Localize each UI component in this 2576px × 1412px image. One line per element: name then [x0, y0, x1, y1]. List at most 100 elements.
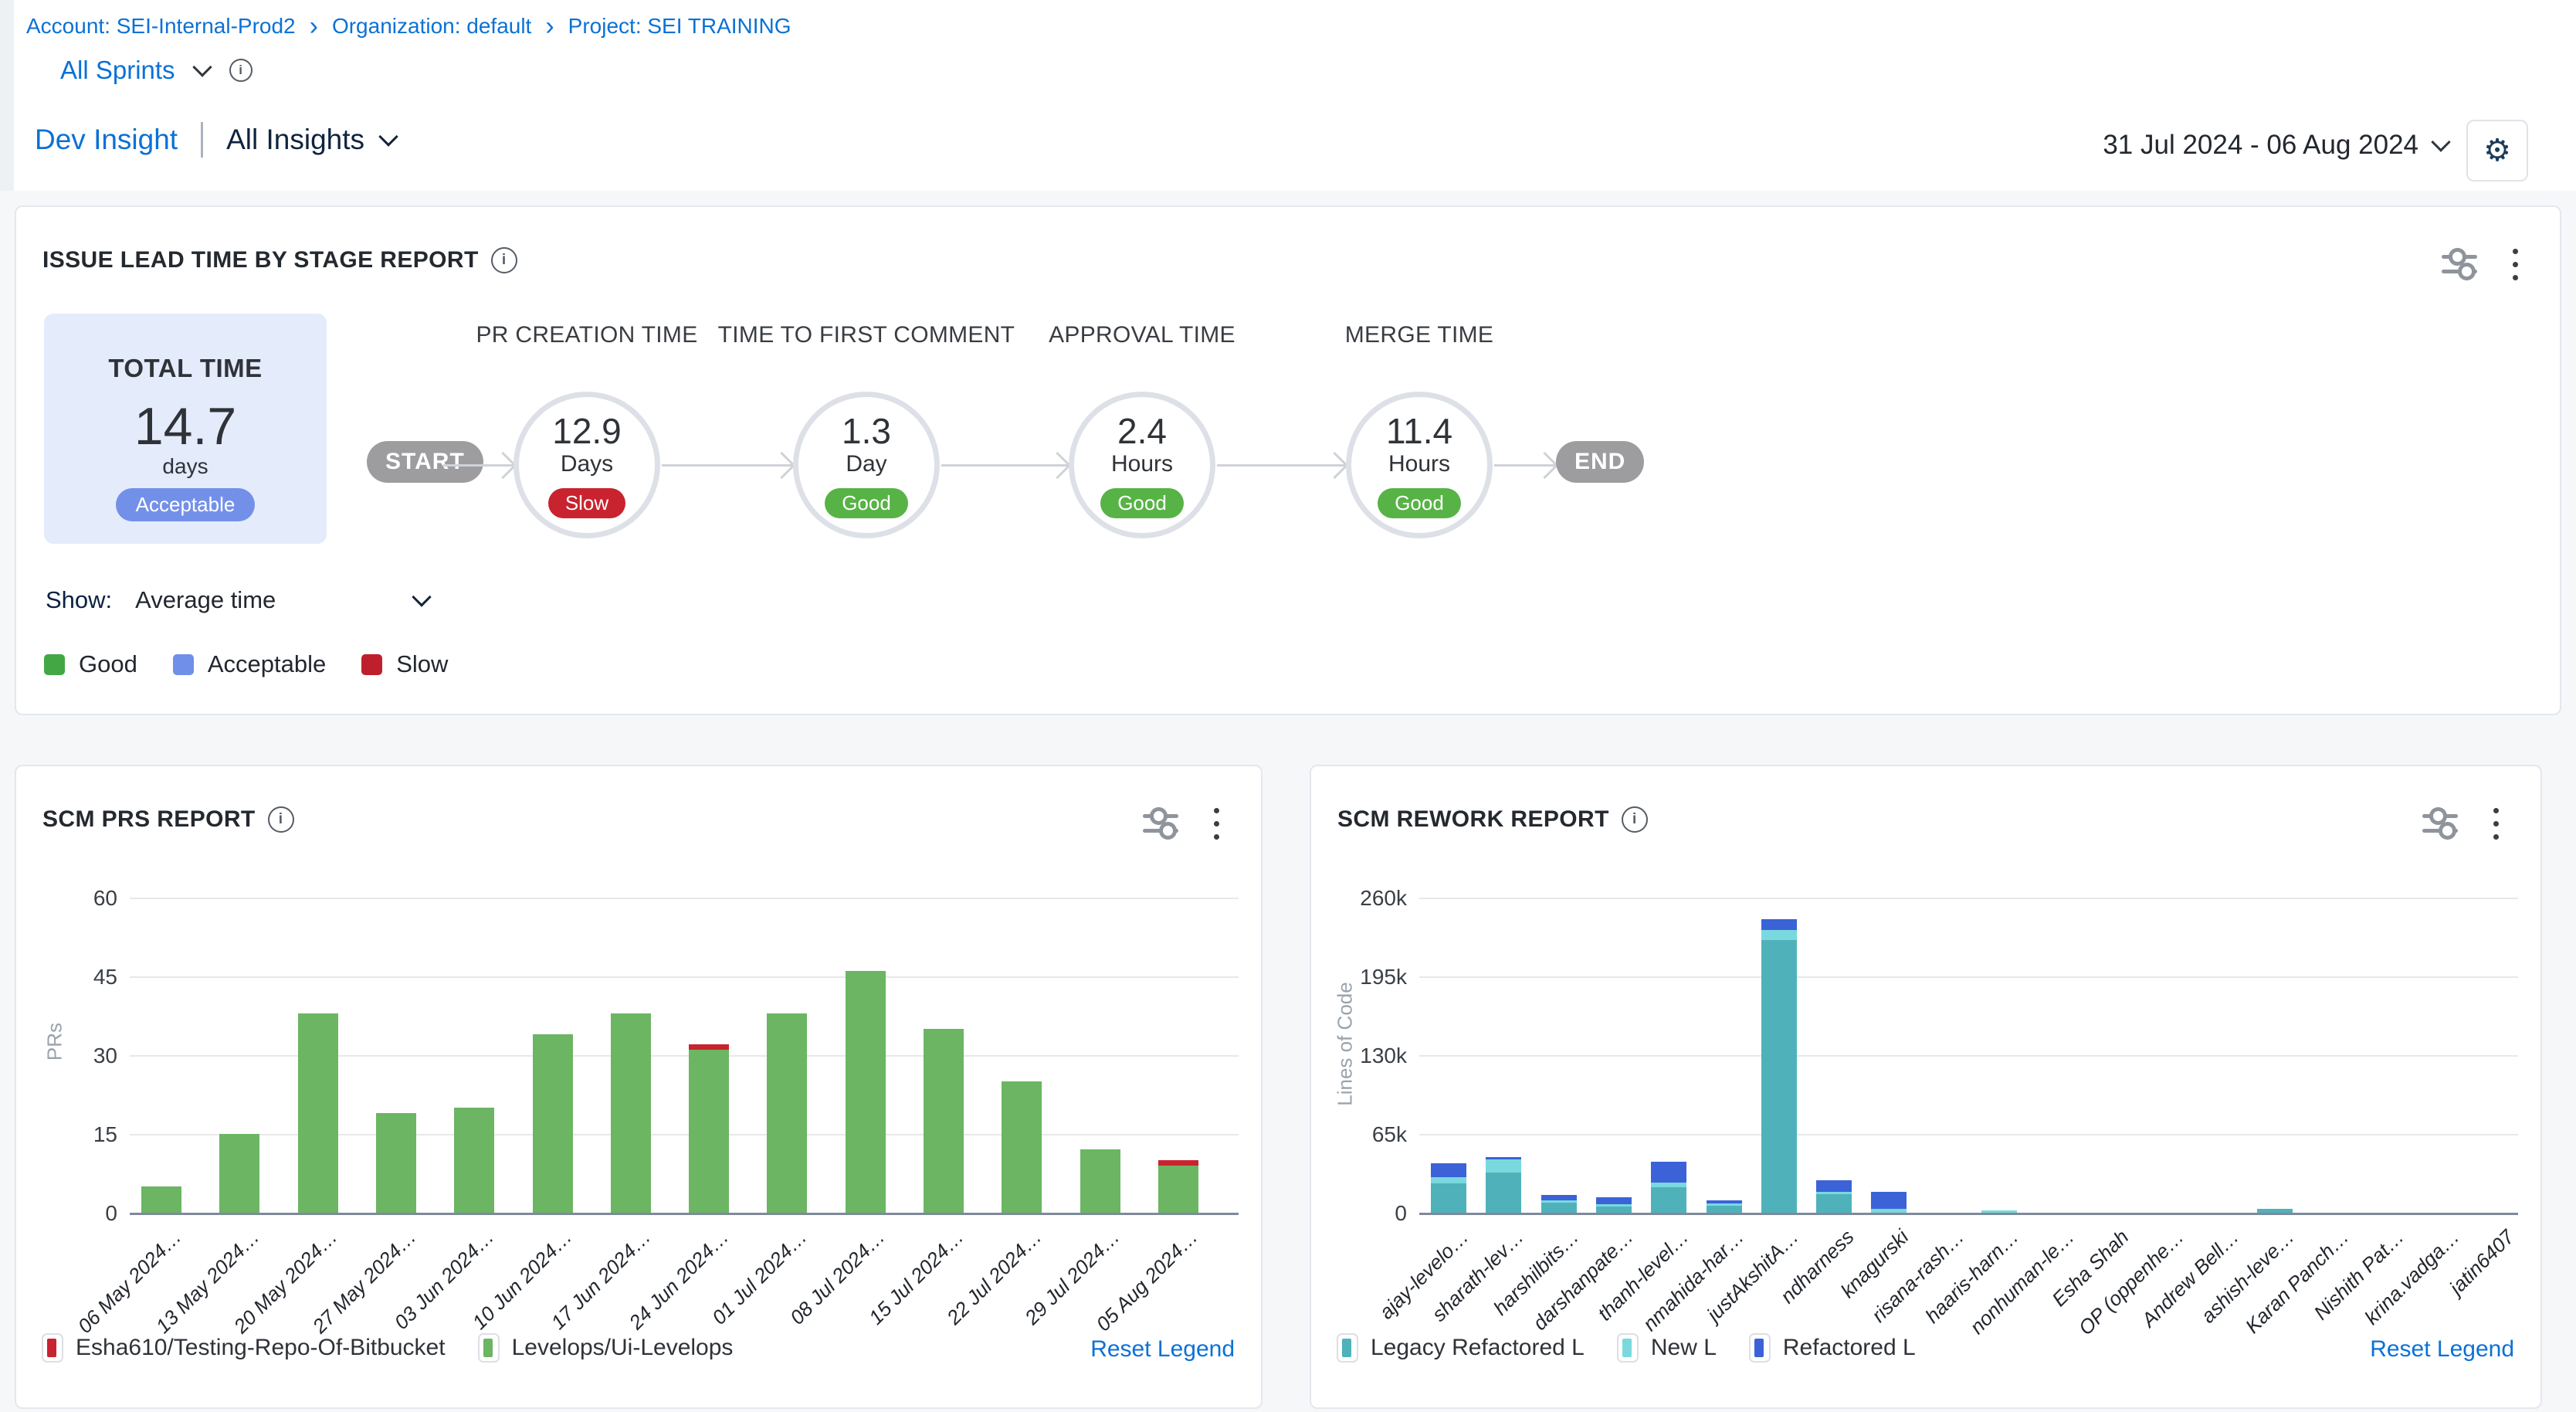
breadcrumb-project[interactable]: Project: SEI TRAINING — [568, 14, 791, 39]
bar-segment[interactable] — [1871, 1209, 1907, 1213]
bar-segment[interactable] — [2257, 1209, 2293, 1213]
legend-item-new[interactable]: New L — [1617, 1333, 1717, 1363]
sliders-icon[interactable] — [2442, 251, 2477, 279]
panel-title-text: ISSUE LEAD TIME BY STAGE REPORT — [42, 247, 479, 273]
bar-segment[interactable] — [1871, 1192, 1907, 1209]
legend-swatch — [478, 1333, 500, 1363]
bar-segment[interactable] — [924, 1029, 964, 1213]
bar-segment[interactable] — [1541, 1203, 1577, 1213]
legend-swatch — [1337, 1333, 1358, 1363]
kebab-menu-icon[interactable] — [2510, 246, 2521, 283]
insight-settings-button[interactable]: ⚙︎ — [2466, 120, 2528, 182]
bar-segment[interactable] — [1486, 1159, 1521, 1173]
legend-item-good[interactable]: Good — [44, 650, 137, 678]
bar-segment[interactable] — [846, 971, 886, 1213]
bar-segment[interactable] — [1981, 1210, 2017, 1213]
stage-node-merge[interactable]: 11.4 Hours Good — [1346, 392, 1493, 538]
bar-segment[interactable] — [1761, 930, 1797, 940]
insight-name-link[interactable]: Dev Insight — [35, 124, 178, 156]
bar-segment[interactable] — [1596, 1197, 1632, 1204]
bar-segment[interactable] — [1816, 1192, 1852, 1194]
legend-label: Levelops/Ui-Levelops — [512, 1335, 734, 1361]
left-edge-strip — [0, 0, 14, 191]
bar-segment[interactable] — [689, 1050, 729, 1213]
stage-node-first-comment[interactable]: 1.3 Day Good — [793, 392, 940, 538]
sprint-selector[interactable]: All Sprints i — [60, 56, 253, 85]
bar-segment[interactable] — [1816, 1180, 1852, 1193]
info-icon[interactable]: i — [491, 247, 517, 273]
bar-segment[interactable] — [1486, 1173, 1521, 1213]
flow-arrow — [1494, 464, 1556, 467]
bar-segment[interactable] — [219, 1134, 259, 1213]
bar-segment[interactable] — [1707, 1200, 1742, 1203]
bar-segment[interactable] — [1816, 1194, 1852, 1213]
breadcrumb-organization[interactable]: Organization: default — [332, 14, 531, 39]
date-range-picker[interactable]: 31 Jul 2024 - 06 Aug 2024 — [2103, 130, 2448, 161]
stage-node-pr-creation[interactable]: 12.9 Days Slow — [514, 392, 660, 538]
legend-label: Acceptable — [208, 650, 326, 678]
bar-segment[interactable] — [533, 1034, 573, 1213]
bar-segment[interactable] — [1431, 1183, 1466, 1213]
legend-swatch — [42, 1333, 63, 1363]
chevron-down-icon[interactable] — [192, 57, 212, 76]
bar-segment[interactable] — [1761, 919, 1797, 930]
panel-title: ISSUE LEAD TIME BY STAGE REPORT i — [42, 247, 517, 273]
bar-segment[interactable] — [1541, 1200, 1577, 1203]
legend-item-legacy-refactored[interactable]: Legacy Refactored L — [1337, 1333, 1585, 1363]
legend-item-refactored[interactable]: Refactored L — [1749, 1333, 1916, 1363]
bar-segment[interactable] — [1158, 1160, 1198, 1166]
issue-lead-time-panel: ISSUE LEAD TIME BY STAGE REPORT i TOTAL … — [15, 205, 2561, 715]
bar-segment[interactable] — [1158, 1166, 1198, 1213]
bar-segment[interactable] — [141, 1186, 181, 1213]
legend-label: Good — [79, 650, 137, 678]
bar-segment[interactable] — [1431, 1163, 1466, 1178]
bar-segment[interactable] — [1486, 1157, 1521, 1159]
insights-dropdown-label: All Insights — [226, 124, 364, 156]
legend-swatch — [361, 654, 382, 675]
lead-time-legend: Good Acceptable Slow — [44, 650, 448, 678]
bar-segment[interactable] — [298, 1013, 338, 1213]
chevron-down-icon — [378, 127, 398, 146]
bar-segment[interactable] — [1707, 1203, 1742, 1206]
bar-segment[interactable] — [767, 1013, 807, 1213]
bar-segment[interactable] — [1596, 1207, 1632, 1213]
flow-end-pill: END — [1556, 441, 1644, 483]
legend-swatch — [1617, 1333, 1639, 1363]
show-label: Show: — [46, 586, 112, 614]
bar-segment[interactable] — [1002, 1081, 1042, 1213]
reset-legend-link[interactable]: Reset Legend — [1090, 1336, 1235, 1363]
bar-segment[interactable] — [689, 1044, 729, 1050]
flow-arrow — [662, 464, 793, 467]
bar-segment[interactable] — [1707, 1206, 1742, 1213]
toolbar-divider — [201, 122, 203, 158]
breadcrumb-separator: › — [310, 15, 318, 37]
bar-segment[interactable] — [1596, 1204, 1632, 1207]
gridline — [130, 898, 1239, 899]
legend-item-ui-levelops[interactable]: Levelops/Ui-Levelops — [478, 1333, 734, 1363]
stage-node-approval[interactable]: 2.4 Hours Good — [1069, 392, 1215, 538]
bar-segment[interactable] — [454, 1108, 494, 1213]
bar-segment[interactable] — [1431, 1177, 1466, 1183]
show-dropdown[interactable]: Show: Average time — [46, 586, 429, 614]
gridline — [1419, 898, 2518, 899]
breadcrumb-account[interactable]: Account: SEI-Internal-Prod2 — [26, 14, 296, 39]
legend-item-acceptable[interactable]: Acceptable — [173, 650, 326, 678]
legend-item-slow[interactable]: Slow — [361, 650, 448, 678]
bar-segment[interactable] — [1080, 1149, 1120, 1213]
bar-segment[interactable] — [1651, 1162, 1686, 1183]
bar-segment[interactable] — [1541, 1195, 1577, 1201]
stage-label: PR CREATION TIME — [425, 318, 749, 352]
bar-segment[interactable] — [376, 1113, 416, 1213]
bar-segment[interactable] — [1651, 1187, 1686, 1213]
reset-legend-link[interactable]: Reset Legend — [2370, 1336, 2514, 1363]
bar-segment[interactable] — [611, 1013, 651, 1213]
legend-item-repo-bitbucket[interactable]: Esha610/Testing-Repo-Of-Bitbucket — [42, 1333, 446, 1363]
stage-unit: Days — [561, 451, 613, 477]
bar-segment[interactable] — [1651, 1183, 1686, 1187]
stage-status-badge: Good — [1100, 488, 1184, 518]
bar-segment[interactable] — [1761, 940, 1797, 1213]
prs-chart-legend: Esha610/Testing-Repo-Of-Bitbucket Levelo… — [42, 1333, 733, 1363]
info-icon[interactable]: i — [229, 59, 253, 82]
x-axis-line — [1419, 1213, 2518, 1215]
insights-dropdown[interactable]: All Insights — [226, 124, 395, 156]
